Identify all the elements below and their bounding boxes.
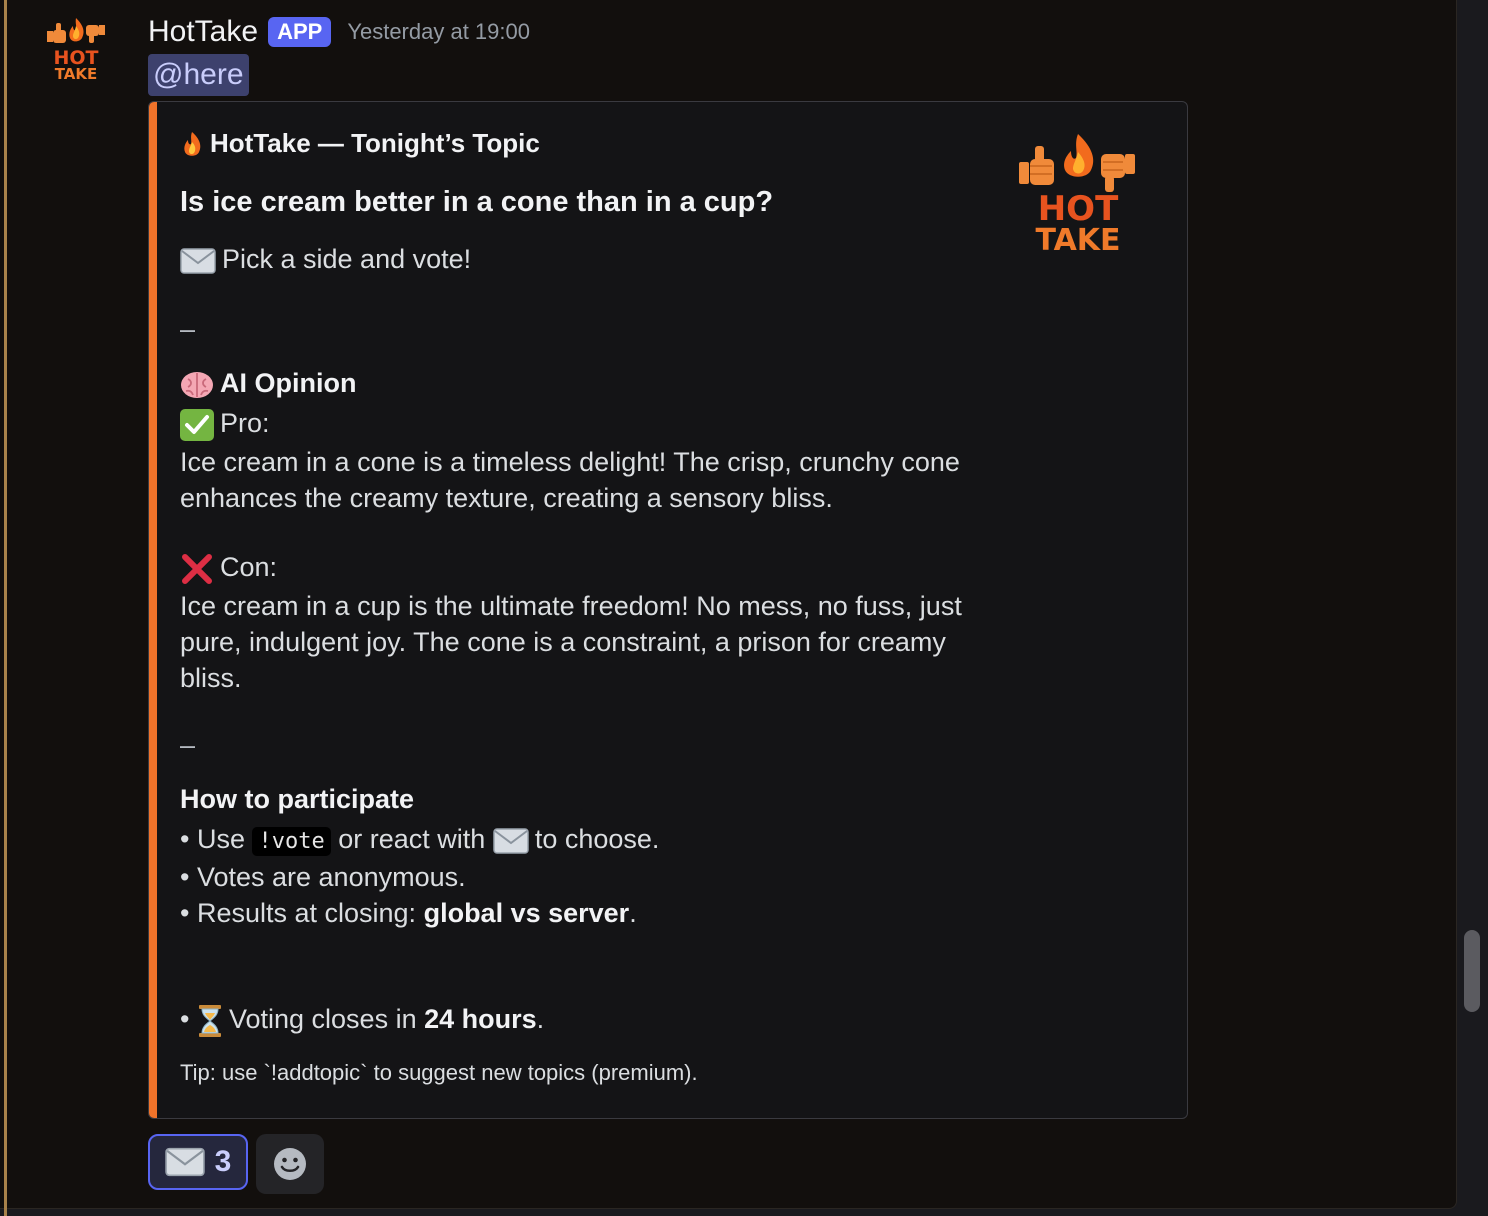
message-highlight-bar: [4, 0, 7, 1216]
embed-title: HotTake — Tonight’s Topic: [210, 128, 540, 158]
message-header: HotTake APP Yesterday at 19:00: [148, 10, 530, 54]
closing-row: • Voting closes in 24 hours.: [180, 1004, 544, 1038]
bullet-results: • Results at closing: global vs server.: [180, 898, 637, 929]
fire-icon: [184, 132, 201, 156]
closing-duration: 24 hours: [424, 1004, 537, 1035]
con-label: Con:: [220, 552, 278, 582]
here-mention[interactable]: @here: [148, 54, 249, 96]
envelope-icon: [493, 828, 529, 854]
bullet-vote: • Use !vote or react with to choose.: [180, 824, 660, 856]
separator-2: –: [180, 730, 196, 760]
ai-opinion-label: AI Opinion: [220, 368, 357, 398]
embed-title-row: HotTake — Tonight’s Topic: [180, 128, 540, 159]
app-badge: APP: [268, 17, 332, 47]
avatar-logo-take: TAKE: [55, 65, 98, 83]
thumbs-up-icon: [1019, 146, 1054, 185]
cross-icon: [182, 553, 212, 584]
tip-text: Tip: use `!addtopic` to suggest new topi…: [180, 1060, 698, 1085]
bullet-vote-suffix: to choose.: [534, 824, 660, 854]
ai-opinion-row: AI Opinion: [180, 368, 356, 400]
hottake-logo-thumbnail[interactable]: HOT TAKE: [1017, 132, 1139, 258]
smiley-icon: [274, 1148, 306, 1180]
bullet-vote-middle: or react with: [338, 824, 486, 854]
author-name[interactable]: HotTake: [148, 15, 258, 49]
logo-text-take: TAKE: [1035, 223, 1120, 258]
check-icon: [180, 408, 214, 441]
bullet-results-bold: global vs server: [423, 898, 630, 928]
envelope-icon: [164, 1147, 205, 1177]
how-to-title: How to participate: [180, 784, 415, 814]
con-text: Ice cream in a cup is the ultimate freed…: [180, 591, 962, 693]
embed-accent-bar: [149, 102, 157, 1118]
closing-prefix: Voting closes in: [228, 1004, 417, 1035]
hourglass-icon: [198, 1005, 221, 1037]
thumbs-down-icon: [1101, 154, 1135, 192]
topic-question: Is ice cream better in a cone than in a …: [180, 186, 774, 218]
closing-suffix: .: [536, 1004, 545, 1035]
envelope-reaction[interactable]: 3: [148, 1134, 248, 1190]
bullet-anonymous: • Votes are anonymous.: [180, 862, 466, 892]
separator-1: –: [180, 314, 196, 344]
bullet-results-suffix: .: [629, 898, 637, 928]
pro-text: Ice cream in a cone is a timeless deligh…: [180, 447, 960, 513]
add-reaction-button[interactable]: [256, 1134, 324, 1194]
bullet-vote-prefix: • Use: [180, 824, 245, 854]
closing-bullet: •: [180, 1004, 190, 1035]
thumbs-down-icon: [86, 25, 105, 43]
bot-avatar[interactable]: HOT TAKE: [40, 14, 112, 86]
pro-label: Pro:: [220, 408, 270, 438]
reaction-count: 3: [214, 1145, 232, 1178]
pro-row: Pro:: [180, 408, 270, 441]
con-row: Con:: [180, 552, 277, 585]
brain-icon: [181, 371, 213, 398]
envelope-icon: [180, 248, 216, 274]
scrollbar-thumb[interactable]: [1464, 930, 1480, 1012]
pick-side-row: Pick a side and vote!: [180, 244, 471, 275]
reactions-bar: 3: [148, 1134, 324, 1194]
message-timestamp[interactable]: Yesterday at 19:00: [347, 19, 530, 45]
vote-command-code: !vote: [252, 827, 331, 856]
bullet-results-prefix: • Results at closing:: [180, 898, 417, 928]
thumbs-up-icon: [47, 23, 66, 43]
topic-embed: HotTake — Tonight’s Topic Is ice cream b…: [148, 101, 1188, 1119]
pick-side-text: Pick a side and vote!: [222, 244, 472, 274]
